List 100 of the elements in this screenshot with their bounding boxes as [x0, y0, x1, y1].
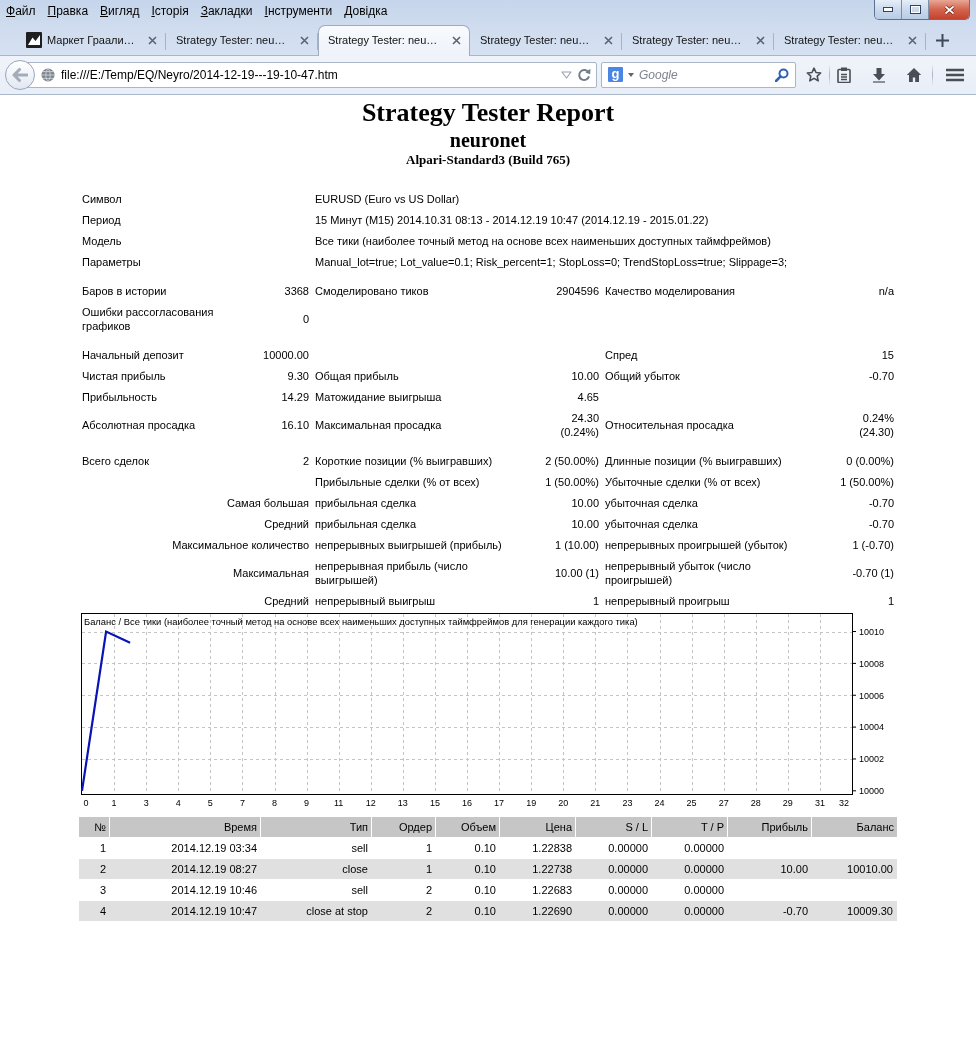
stat-label: непрерывных проигрышей (убыток)	[605, 537, 788, 552]
tab[interactable]: Strategy Tester: neu…	[622, 26, 774, 56]
tick-label: 10010	[859, 626, 885, 637]
tick-label: 11	[334, 798, 344, 808]
stat-label: Баров в истории	[82, 283, 167, 298]
table-cell-text: 1.22838	[531, 841, 573, 856]
table-cell-text: 2014.12.19 03:34	[170, 841, 258, 856]
close-icon[interactable]	[148, 35, 157, 45]
stat-value: 1 (50.00%)	[545, 474, 599, 489]
table-cell: 1	[372, 859, 436, 879]
server-name: Alpari-Standard3 (Build 765)	[406, 152, 570, 168]
stat-label: Абсолютная просадка	[82, 417, 196, 432]
tick-label: 5	[207, 798, 213, 808]
caret-icon[interactable]	[628, 73, 634, 77]
stat-value: 10.00 (1)	[554, 565, 599, 580]
dropdown-icon[interactable]	[561, 71, 572, 79]
arrow-left-icon	[12, 68, 28, 82]
close-icon[interactable]	[756, 35, 765, 45]
stat-value: -0.70	[868, 368, 894, 383]
tick-label: 19	[526, 798, 537, 808]
table-cell: 2014.12.19 10:47	[110, 901, 261, 921]
tab[interactable]: Strategy Tester: neu…	[166, 26, 318, 56]
stat-value: 2 (50.00%)	[545, 453, 599, 468]
close-icon[interactable]	[604, 35, 613, 45]
table-cell: 1.22738	[500, 859, 576, 879]
maximize-button[interactable]	[902, 0, 929, 19]
stat-value: 2904596	[556, 283, 599, 298]
menu-item[interactable]: Вигляд	[95, 2, 145, 20]
info-value: EURUSD (Euro vs US Dollar)	[315, 191, 460, 206]
tick-label: 27	[718, 798, 729, 808]
menu-item[interactable]: Файл	[1, 2, 41, 20]
close-icon[interactable]	[300, 35, 309, 45]
menu-icon[interactable]	[946, 68, 964, 82]
tab[interactable]: Strategy Tester: neu…	[318, 25, 470, 56]
tick-label: 4	[175, 798, 181, 808]
info-value: 15 Минут (M15) 2014.10.31 08:13 - 2014.12.19 10:47 (2014.12.19 - 2015.01.22)	[315, 212, 709, 227]
stat-label: непрерывный проигрыш	[605, 593, 730, 608]
table-cell-text: 2	[424, 883, 433, 898]
column-header: T / P	[652, 817, 727, 837]
stat-value: 3368	[284, 283, 309, 298]
tick-label: 8	[272, 798, 277, 808]
table-cell-text: 0.00000	[607, 841, 649, 856]
expert-name: neuronet	[449, 128, 527, 152]
stat-label: Качество моделирования	[605, 283, 735, 298]
engine-logo[interactable]: g	[608, 67, 623, 82]
minimize-button[interactable]	[875, 0, 902, 19]
stat-value: 4.65	[577, 389, 599, 404]
tick-label: 16	[462, 798, 472, 808]
menu-item[interactable]: Правка	[42, 2, 94, 20]
tick-label: 13	[397, 798, 408, 808]
info-value: Все тики (наиболее точный метод на основе всех наименьших доступных таймфреймов)	[315, 233, 771, 248]
tick-label: 10000	[859, 786, 885, 797]
stat-value: 0	[302, 311, 309, 326]
column-header: Тип	[261, 817, 371, 837]
stat-label: Всего сделок	[82, 453, 150, 468]
close-icon[interactable]	[908, 35, 917, 45]
table-cell-text: 1	[424, 841, 433, 856]
close-button[interactable]	[929, 0, 969, 19]
reload-icon[interactable]	[577, 68, 591, 82]
menu-item[interactable]: Історія	[146, 2, 194, 20]
plus-icon[interactable]	[936, 34, 949, 47]
table-cell-text: 1.22683	[531, 883, 573, 898]
stat-value: 10000.00	[263, 347, 309, 362]
menu-item[interactable]: Інструменти	[259, 2, 338, 20]
menu-item[interactable]: Довідка	[339, 2, 393, 20]
table-cell-text: 0.00000	[683, 841, 725, 856]
column-header: Ордер	[372, 817, 435, 837]
close-icon[interactable]	[452, 35, 461, 45]
tab[interactable]: Strategy Tester: neu…	[774, 26, 926, 56]
info-label: Период	[82, 212, 121, 227]
table-cell: 2014.12.19 08:27	[110, 859, 261, 879]
tab[interactable]: Strategy Tester: neu…	[470, 26, 622, 56]
minimize-icon	[883, 7, 893, 12]
stat-label: Средний	[264, 593, 309, 608]
table-cell: -0.70	[728, 901, 812, 921]
stat-value: 1 (-0.70)	[852, 537, 894, 552]
column-header: Время	[110, 817, 260, 837]
tick-label: 32	[839, 798, 849, 808]
star-icon[interactable]	[806, 67, 822, 83]
stat-label: Смоделировано тиков	[315, 283, 429, 298]
stat-value: -0.70 (1)	[852, 565, 894, 580]
table-cell: close at stop	[261, 901, 372, 921]
stat-label: Чистая прибыль	[82, 368, 166, 383]
stat-label: Короткие позиции (% выигравших)	[315, 453, 493, 468]
stat-value: 0.24% (24.30)	[858, 410, 894, 439]
table-cell: 0.00000	[652, 859, 728, 879]
search-icon[interactable]	[775, 68, 789, 82]
tab[interactable]: Маркет Граали…	[14, 26, 166, 56]
clipboard-icon[interactable]	[836, 67, 852, 83]
maximize-icon	[909, 5, 921, 14]
stat-label: Начальный депозит	[82, 347, 184, 362]
tick-label: 7	[240, 798, 245, 808]
table-cell-text: sell	[350, 841, 369, 856]
menu-item[interactable]: Закладки	[195, 2, 258, 20]
tick-label: 10004	[859, 722, 885, 733]
table-cell: 10010.00	[812, 859, 897, 879]
download-icon[interactable]	[871, 67, 887, 83]
stat-value: 2	[302, 453, 309, 468]
stat-value: 14.29	[281, 389, 309, 404]
home-icon[interactable]	[906, 67, 922, 83]
